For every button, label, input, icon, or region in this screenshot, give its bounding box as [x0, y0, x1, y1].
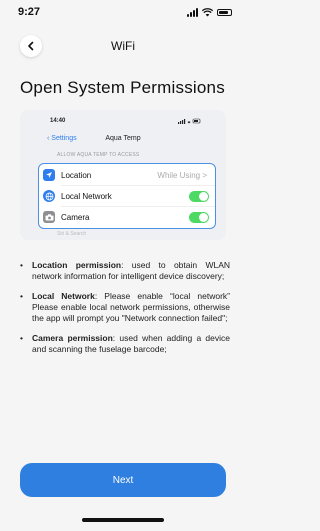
wifi-icon	[202, 7, 213, 16]
status-bar: 9:27	[0, 0, 246, 24]
preview-faded-item: Siri & Search	[57, 231, 87, 237]
nav-bar: WiFi	[0, 33, 246, 61]
permissions-list: • Location permission: used to obtain WL…	[20, 260, 230, 364]
permission-title: Camera permission	[32, 333, 113, 343]
next-button[interactable]: Next	[20, 463, 226, 497]
permission-item-location: • Location permission: used to obtain WL…	[20, 260, 230, 282]
location-arrow-icon	[43, 169, 55, 181]
permission-item-local-network: • Local Network: Please enable “local ne…	[20, 291, 230, 324]
preview-row-label: Camera	[61, 212, 90, 222]
preview-app-name: Aqua Temp	[105, 135, 141, 142]
permission-item-camera: • Camera permission: used when adding a …	[20, 333, 230, 355]
page-title: Open System Permissions	[20, 78, 225, 97]
preview-row-label: Location	[61, 170, 92, 180]
preview-permission-card: Location While Using > Local Network Cam…	[38, 163, 216, 229]
bullet: •	[20, 333, 23, 343]
preview-row-camera: Camera	[39, 206, 215, 228]
preview-time: 14:40	[50, 118, 66, 124]
bullet: •	[20, 291, 23, 301]
preview-row-location: Location While Using >	[39, 164, 215, 186]
preview-caption: ALLOW AQUA TEMP TO ACCESS	[57, 152, 140, 158]
permission-title: Local Network	[32, 291, 95, 301]
camera-icon	[43, 211, 55, 223]
nav-title: WiFi	[111, 39, 135, 53]
status-time: 9:27	[18, 6, 41, 18]
preview-row-label: Local Network	[61, 191, 112, 201]
signal-icon	[187, 7, 198, 17]
battery-icon	[217, 8, 232, 16]
camera-toggle	[189, 211, 209, 223]
preview-status-icons	[178, 118, 202, 126]
globe-icon	[43, 190, 55, 202]
preview-row-local-network: Local Network	[39, 185, 215, 207]
status-icons	[187, 7, 232, 17]
settings-preview-image: 14:40 ‹ Settings Aqua Temp ALLOW AQUA TE…	[20, 110, 226, 240]
permission-title: Location permission	[32, 260, 122, 270]
local-network-toggle	[189, 190, 209, 202]
home-indicator	[82, 518, 164, 522]
preview-row-value: While Using >	[157, 170, 207, 180]
bullet: •	[20, 260, 23, 270]
